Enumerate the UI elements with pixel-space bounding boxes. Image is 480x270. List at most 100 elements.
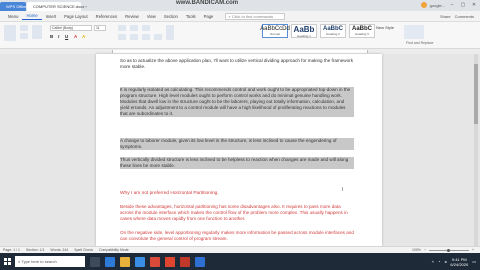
tab-label: WPS Office [6,4,27,9]
new-style-button[interactable]: New Style [376,25,394,30]
wps-taskbar-icon[interactable] [150,256,160,267]
find-replace-label: Find and Replace [406,41,434,45]
align-center-icon[interactable] [130,34,138,40]
paragraph-selected[interactable]: Thus vertically divided structure is les… [120,157,354,169]
style-heading-2[interactable]: AaBbC Heading 2 [320,24,346,38]
zoom-out-icon[interactable]: − [424,248,426,252]
style-heading-1[interactable]: AaBb Heading 1 [291,24,317,38]
style-sample: AaBb [293,24,315,34]
text-cursor-icon: I [342,187,344,193]
word-icon[interactable] [195,256,205,267]
vertical-scrollbar[interactable] [474,54,478,246]
paragraph-selected[interactable]: It is regularly isolated as calculating.… [120,87,354,117]
clock[interactable]: 9:41 PM 6/24/2020 [450,257,468,267]
zoom-in-icon[interactable]: + [472,248,474,252]
status-section[interactable]: Section: 1/1 [26,248,44,252]
italic-button[interactable]: I [58,34,59,39]
ribbon-toolbar: Calibri (Body) 11 B I U A A AaBbCcDd Nor… [0,22,480,49]
styles-gallery: AaBbCcDd Normal AaBb Heading 1 AaBbC Hea… [260,24,375,38]
style-name: Heading 3 [355,32,369,36]
document-page[interactable]: So as to actualize the above application… [96,54,382,246]
windows-start-icon[interactable] [0,253,14,270]
system-tray: ˄ ◔ ◂ 9:41 PM 6/24/2020 ▭ [432,257,480,267]
menu-item-insert[interactable]: Insert [42,13,60,20]
share-button[interactable]: Share [440,14,451,19]
title-bar: WPS Office COMPUTER SCIENCE.docx + www.B… [0,0,480,11]
menu-item-view[interactable]: View [143,13,160,20]
style-normal[interactable]: AaBbCcDd Normal [260,24,290,38]
font-size-select[interactable]: 11 [94,25,106,31]
new-tab-button[interactable]: + [82,2,90,11]
style-name: Heading 2 [326,32,340,36]
font-color-icon[interactable]: A [74,34,77,39]
zoom-value[interactable]: 100% [412,248,421,252]
find-replace-button[interactable]: Find and Replace [404,25,433,45]
status-bar: Page: 1 / 1 Section: 1/1 Words: 244 Spel… [0,246,480,253]
paragraph-red[interactable]: On the negative side, level apportioning… [120,230,354,242]
section-heading[interactable]: Why I am not preferred Horizontal Partit… [120,191,219,196]
status-words[interactable]: Words: 244 [50,248,68,252]
tab-wps-office[interactable]: WPS Office [0,2,27,11]
paste-button[interactable] [4,25,16,41]
justify-icon[interactable] [154,34,162,40]
menu-item-references[interactable]: References [92,13,121,20]
ruler-scale[interactable] [112,50,368,53]
menu-item-tools[interactable]: Tools [182,13,200,20]
underline-button[interactable]: U [65,34,68,39]
menu-item-review[interactable]: Review [121,13,143,20]
tab-label: COMPUTER SCIENCE.docx [33,4,85,9]
status-spell-check[interactable]: Spell Check [74,248,93,252]
volume-icon[interactable]: ◂ [444,259,446,264]
scrollbar-thumb[interactable] [474,64,478,124]
taskbar-search-placeholder: Type here to search [21,259,57,264]
comments-button[interactable]: Comments [455,14,474,19]
close-icon[interactable]: ✕ [470,2,478,8]
cut-icon[interactable] [20,25,28,31]
maximize-icon[interactable]: ▢ [459,2,467,8]
search-placeholder: Click to find commands [231,13,274,19]
zoom-slider-knob[interactable] [446,248,450,252]
minimize-icon[interactable]: – [448,2,456,8]
copy-icon[interactable] [20,33,28,39]
menu-item-home[interactable]: Home [22,12,42,20]
zoom-slider[interactable] [428,248,469,252]
menu-bar: Menu Home Insert Page Layout References … [0,11,480,22]
status-compatibility: Compatibility Mode [98,248,129,252]
store-icon[interactable] [135,256,145,267]
format-painter-icon[interactable] [32,25,42,39]
paragraph[interactable]: So as to actualize the above application… [120,58,354,70]
avatar[interactable] [420,2,427,8]
indent-icon[interactable] [142,25,150,31]
taskbar-search-input[interactable]: ⌕ Type here to search [15,256,85,267]
menu-item-page-layout[interactable]: Page Layout [60,13,92,20]
zoom-control: 100% − + [412,248,480,252]
tab-document[interactable]: COMPUTER SCIENCE.docx [27,2,85,11]
file-explorer-icon[interactable] [120,256,130,267]
align-left-icon[interactable] [118,34,126,40]
highlight-icon[interactable]: A [82,34,85,39]
notifications-icon[interactable]: ▭ [472,259,476,264]
menu-item-section[interactable]: Section [160,13,182,20]
menu-item-page[interactable]: Page [200,13,218,20]
task-view-icon[interactable] [90,256,100,267]
line-spacing-icon[interactable] [166,25,174,40]
window-controls: google... – ▢ ✕ [420,2,478,8]
recording-watermark: www.BANDICAM.com [176,0,239,6]
font-name-select[interactable]: Calibri (Body) [50,25,92,31]
menu-item-menu[interactable]: Menu [4,13,22,20]
bullets-icon[interactable] [118,25,126,31]
chrome-icon[interactable] [165,256,175,267]
paragraph-selected[interactable]: A change to laborer module, given its lo… [120,138,354,150]
bold-button[interactable]: B [50,34,53,39]
bandicam-icon[interactable] [180,256,190,267]
status-page[interactable]: Page: 1 / 1 [3,248,20,252]
align-right-icon[interactable] [142,34,150,40]
user-name[interactable]: google... [430,3,445,8]
command-search-input[interactable]: ⌕ Click to find commands [225,12,286,20]
chevron-up-icon[interactable]: ˄ [432,259,434,264]
paragraph-red[interactable]: Beside these advantages, horizontal part… [120,204,354,222]
style-heading-3[interactable]: AaBbC Heading 3 [349,24,375,38]
numbering-icon[interactable] [130,25,138,31]
network-icon[interactable]: ◔ [438,259,440,264]
edge-icon[interactable] [105,256,115,267]
